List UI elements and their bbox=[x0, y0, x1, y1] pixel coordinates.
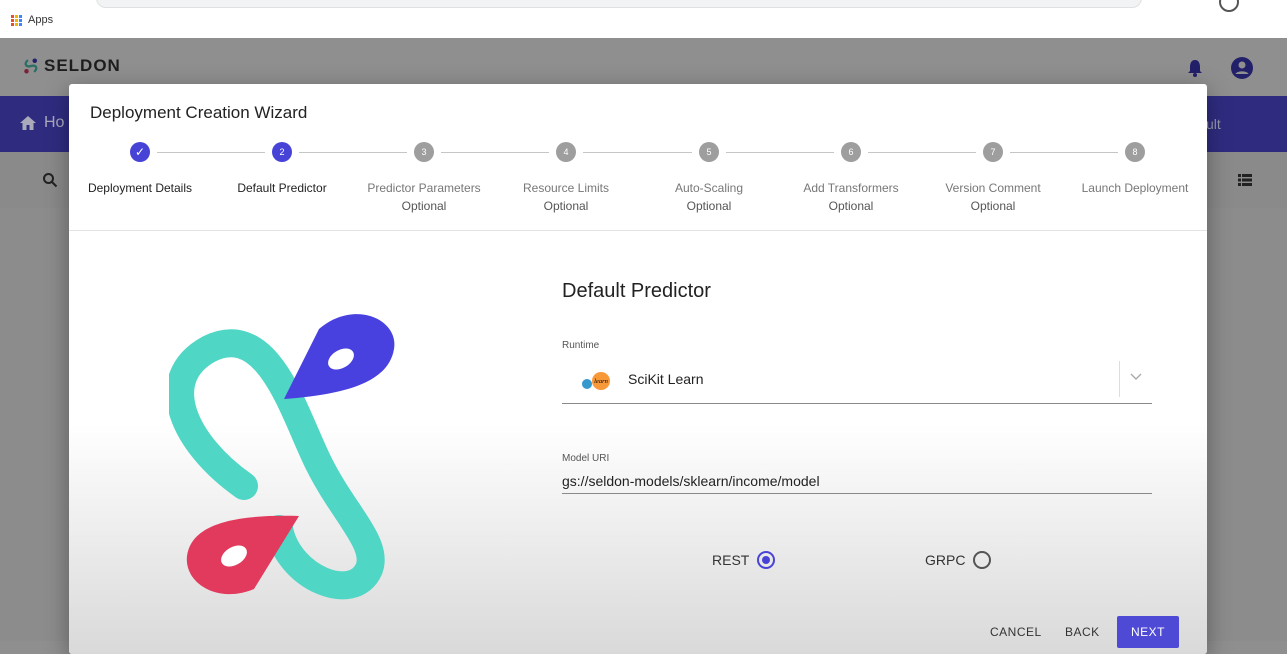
next-button[interactable]: NEXT bbox=[1117, 616, 1179, 648]
runtime-label: Runtime bbox=[562, 340, 600, 351]
step-5-indicator: 5 bbox=[699, 142, 719, 162]
step-2-label[interactable]: Default Predictor bbox=[202, 179, 362, 197]
step-title: Deployment Details bbox=[87, 181, 193, 195]
step-title: Default Predictor bbox=[237, 181, 327, 195]
protocol-rest-option[interactable]: REST bbox=[712, 551, 776, 569]
sklearn-icon: learn bbox=[582, 372, 610, 390]
step-optional-hint: Optional bbox=[970, 199, 1016, 213]
step-5-label[interactable]: Auto-Scaling Optional bbox=[629, 179, 789, 215]
seldon-mark-icon bbox=[24, 58, 38, 74]
step-title: Auto-Scaling bbox=[674, 181, 744, 195]
protocol-rest-label: REST bbox=[712, 552, 750, 568]
account-icon[interactable] bbox=[1231, 57, 1253, 79]
apps-grid-icon bbox=[11, 14, 22, 26]
step-connector bbox=[726, 152, 834, 153]
nav-home[interactable]: Ho bbox=[20, 114, 64, 132]
brand-name: SELDON bbox=[44, 56, 121, 75]
chevron-down-icon[interactable] bbox=[1130, 373, 1142, 381]
step-8-indicator: 8 bbox=[1125, 142, 1145, 162]
step-optional-hint: Optional bbox=[401, 199, 447, 213]
deployment-wizard-dialog: Deployment Creation Wizard Default Predi… bbox=[69, 84, 1207, 654]
runtime-value: SciKit Learn bbox=[628, 371, 704, 387]
step-3-indicator: 3 bbox=[414, 142, 434, 162]
step-title: Launch Deployment bbox=[1081, 181, 1189, 195]
nav-home-label: Ho bbox=[44, 114, 65, 131]
step-2-indicator: 2 bbox=[272, 142, 292, 162]
step-connector bbox=[157, 152, 265, 153]
step-6-label[interactable]: Add Transformers Optional bbox=[771, 179, 931, 215]
protocol-rest-radio[interactable] bbox=[757, 551, 776, 569]
step-optional-hint: Optional bbox=[828, 199, 874, 213]
home-icon bbox=[20, 116, 36, 130]
browser-profile-icon[interactable] bbox=[1219, 0, 1239, 12]
protocol-grpc-option[interactable]: GRPC bbox=[925, 551, 992, 569]
list-view-icon[interactable] bbox=[1238, 174, 1252, 186]
bell-icon[interactable] bbox=[1187, 59, 1203, 77]
search-icon[interactable] bbox=[42, 172, 58, 188]
back-button[interactable]: BACK bbox=[1057, 618, 1108, 646]
select-separator bbox=[1119, 361, 1120, 397]
step-7-indicator: 7 bbox=[983, 142, 1003, 162]
model-uri-label: Model URI bbox=[562, 453, 610, 464]
step-7-label[interactable]: Version Comment Optional bbox=[913, 179, 1073, 215]
address-bar[interactable] bbox=[96, 0, 1142, 8]
model-uri-input[interactable] bbox=[562, 469, 1152, 494]
step-title: Version Comment bbox=[945, 181, 1041, 195]
step-1-label[interactable]: Deployment Details bbox=[69, 179, 220, 197]
stepper-divider bbox=[69, 230, 1207, 231]
cancel-button[interactable]: CANCEL bbox=[982, 618, 1050, 646]
step-connector bbox=[868, 152, 976, 153]
step-4-indicator: 4 bbox=[556, 142, 576, 162]
step-3-label[interactable]: Predictor Parameters Optional bbox=[344, 179, 504, 215]
apps-label: Apps bbox=[28, 14, 54, 26]
runtime-select[interactable]: learn SciKit Learn bbox=[562, 357, 1152, 404]
protocol-grpc-label: GRPC bbox=[925, 552, 966, 568]
step-title: Resource Limits bbox=[522, 181, 610, 195]
step-title: Predictor Parameters bbox=[367, 181, 481, 195]
step-4-label[interactable]: Resource Limits Optional bbox=[486, 179, 646, 215]
step-optional-hint: Optional bbox=[543, 199, 589, 213]
step-8-label[interactable]: Launch Deployment bbox=[1055, 179, 1207, 197]
seldon-large-logo bbox=[169, 314, 395, 600]
sklearn-icon-text: learn bbox=[594, 378, 608, 385]
browser-bookmarks-bar: Apps bbox=[0, 0, 1287, 38]
step-connector bbox=[299, 152, 407, 153]
step-connector bbox=[441, 152, 549, 153]
form-title: Default Predictor bbox=[562, 280, 711, 302]
step-optional-hint: Optional bbox=[686, 199, 732, 213]
dialog-title: Deployment Creation Wizard bbox=[90, 103, 308, 122]
seldon-logo[interactable]: SELDON bbox=[22, 56, 121, 76]
step-title: Add Transformers bbox=[803, 181, 899, 195]
step-connector bbox=[1010, 152, 1118, 153]
nav-right-item[interactable]: ult bbox=[1206, 116, 1221, 132]
step-1-indicator: ✓ bbox=[130, 142, 150, 162]
apps-bookmark[interactable]: Apps bbox=[11, 14, 53, 26]
step-6-indicator: 6 bbox=[841, 142, 861, 162]
step-connector bbox=[583, 152, 692, 153]
protocol-grpc-radio[interactable] bbox=[973, 551, 992, 569]
